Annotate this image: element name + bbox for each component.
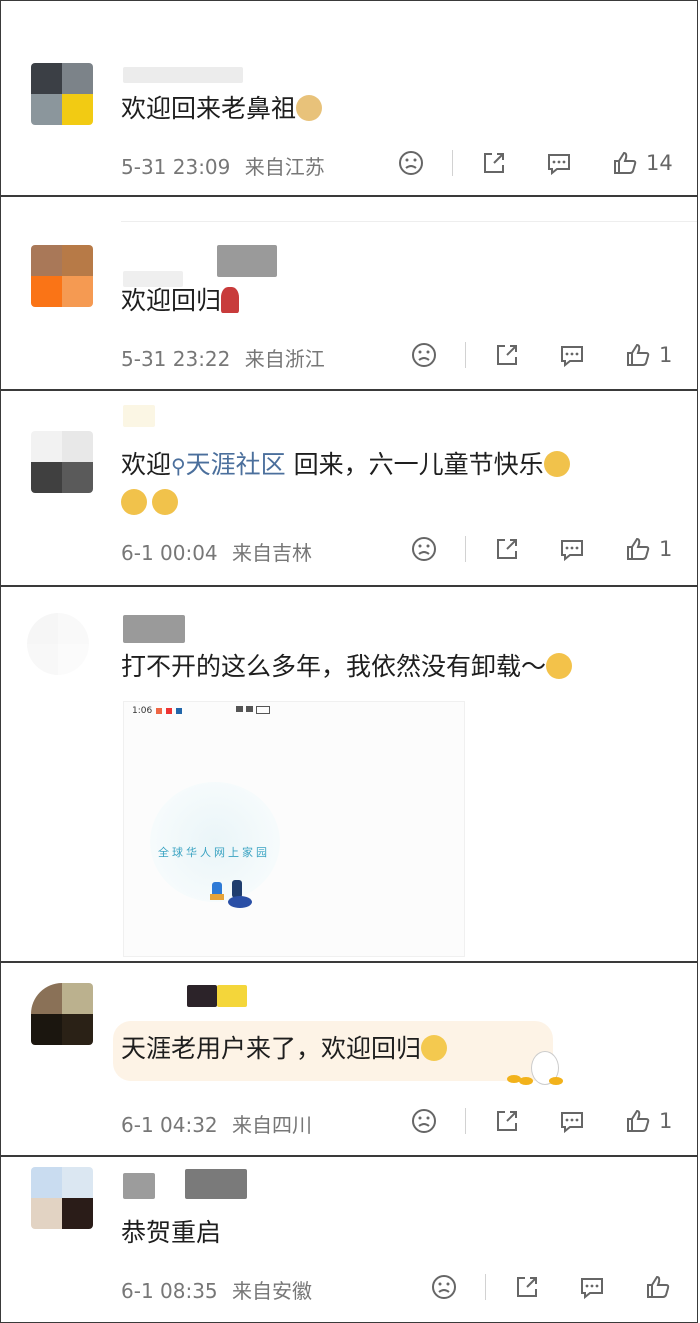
like-count: 14 (646, 151, 673, 175)
comment-card: 打不开的这么多年，我依然没有卸载～ 1:06 全球华人网上家园 (0, 586, 698, 962)
comment-location: 来自安徽 (232, 1279, 313, 1303)
battery-icon (256, 706, 270, 714)
divider (485, 1274, 486, 1300)
avatar[interactable] (31, 983, 93, 1045)
comment-text: 恭贺重启 (121, 1218, 222, 1247)
signal-icon (236, 706, 243, 712)
mascot-sticker (501, 1051, 563, 1091)
comment-date: 5-31 23:09 (121, 155, 231, 179)
dislike-face-icon[interactable] (409, 534, 439, 564)
comment-text: 欢迎回来老鼻祖 (121, 91, 323, 127)
dislike-face-icon[interactable] (396, 148, 426, 178)
comment-location: 来自四川 (232, 1113, 313, 1137)
share-icon[interactable] (492, 1106, 522, 1136)
username[interactable] (123, 405, 155, 427)
wifi-icon (246, 706, 253, 712)
avatar[interactable] (31, 431, 93, 493)
like-count: 1 (659, 343, 673, 367)
attached-screenshot[interactable]: 1:06 全球华人网上家园 (123, 701, 465, 957)
avatar[interactable] (27, 613, 89, 675)
username-badge (217, 245, 277, 277)
comment-text: 欢迎回归 (121, 283, 240, 319)
shy-emoji (421, 1035, 448, 1061)
username[interactable] (187, 985, 217, 1007)
comment-card: 天涯老用户来了，欢迎回归 6-1 04:32 来自四川 1 (0, 962, 698, 1156)
search-icon: ⚲ (171, 454, 186, 478)
comment-location: 来自浙江 (244, 347, 325, 371)
comment-text: 天涯老用户来了，欢迎回归 (121, 1031, 448, 1067)
divider (121, 221, 697, 222)
comment-icon[interactable] (577, 1272, 607, 1302)
comment-meta: 6-1 04:32 来自四川 (121, 1109, 312, 1138)
comment-actions: 1 (409, 340, 672, 370)
comment-date: 6-1 00:04 (121, 541, 218, 565)
thumbs-up-icon[interactable] (623, 340, 653, 370)
share-icon[interactable] (512, 1272, 542, 1302)
dislike-face-icon[interactable] (409, 340, 439, 370)
emoji-row (121, 489, 179, 515)
comment-card: 恭贺重启 6-1 08:35 来自安徽 (0, 1156, 698, 1323)
notification-icon (156, 708, 163, 714)
comment-date: 5-31 23:22 (121, 347, 231, 371)
thumbs-up-icon[interactable] (623, 534, 653, 564)
rose-emoji (221, 287, 240, 313)
divider (465, 1108, 466, 1134)
thumbs-up-icon[interactable] (610, 148, 640, 178)
divider (465, 536, 466, 562)
status-bar: 1:06 (132, 706, 183, 716)
topic-link[interactable]: ⚲天涯社区 (171, 450, 286, 479)
comment-location: 来自江苏 (244, 155, 325, 179)
avatar[interactable] (31, 1167, 93, 1229)
notification-icon (176, 708, 183, 714)
comment-card: 欢迎回来老鼻祖 5-31 23:09 来自江苏 14 (0, 0, 698, 196)
share-icon[interactable] (492, 534, 522, 564)
flower-face-emoji (546, 653, 573, 679)
people-illustration (206, 872, 256, 916)
username[interactable] (123, 615, 185, 643)
comment-date: 6-1 04:32 (121, 1113, 218, 1137)
thumbs-up-icon[interactable] (643, 1272, 673, 1302)
comment-text: 打不开的这么多年，我依然没有卸载～ (121, 649, 573, 685)
app-tagline: 全球华人网上家园 (158, 846, 270, 859)
comment-actions (429, 1272, 673, 1302)
comment-icon[interactable] (544, 148, 574, 178)
divider (452, 150, 453, 176)
status-icons (236, 706, 270, 714)
comment-date: 6-1 08:35 (121, 1279, 218, 1303)
comment-meta: 6-1 08:35 来自安徽 (121, 1275, 312, 1304)
comment-icon[interactable] (557, 340, 587, 370)
username-badge (185, 1169, 247, 1199)
comment-meta: 6-1 00:04 来自吉林 (121, 537, 312, 566)
comment-meta: 5-31 23:09 来自江苏 (121, 151, 325, 180)
thumbs-up-icon[interactable] (623, 1106, 653, 1136)
comment-icon[interactable] (557, 1106, 587, 1136)
divider (465, 342, 466, 368)
status-time: 1:06 (132, 706, 153, 716)
comment-actions: 1 (409, 1106, 672, 1136)
notification-icon (166, 708, 173, 714)
comment-card: 欢迎回归 5-31 23:22 来自浙江 1 (0, 196, 698, 390)
comment-actions: 14 (396, 148, 673, 178)
share-icon[interactable] (492, 340, 522, 370)
cheer-emoji (152, 489, 179, 515)
avatar[interactable] (31, 245, 93, 307)
comment-location: 来自吉林 (232, 541, 313, 565)
username[interactable] (123, 1173, 155, 1199)
comment-icon[interactable] (557, 534, 587, 564)
cheer-emoji (543, 451, 570, 477)
comment-text: 欢迎⚲天涯社区 回来，六一儿童节快乐 (121, 447, 570, 484)
comment-actions: 1 (409, 534, 672, 564)
comment-card: 欢迎⚲天涯社区 回来，六一儿童节快乐 6-1 00:04 来自吉林 1 (0, 390, 698, 586)
cheer-emoji (121, 489, 147, 515)
like-count: 1 (659, 1109, 673, 1133)
username[interactable] (123, 67, 243, 83)
like-count: 1 (659, 537, 673, 561)
dislike-face-icon[interactable] (429, 1272, 459, 1302)
dislike-face-icon[interactable] (409, 1106, 439, 1136)
avatar[interactable] (31, 63, 93, 125)
username-badge (217, 985, 247, 1007)
comment-meta: 5-31 23:22 来自浙江 (121, 343, 325, 372)
share-icon[interactable] (479, 148, 509, 178)
doge-emoji (296, 95, 323, 121)
